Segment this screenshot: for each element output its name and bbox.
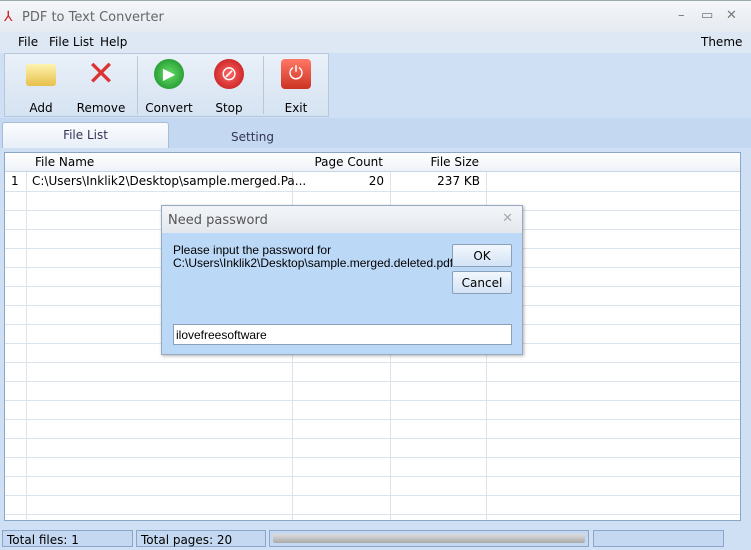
menu-file[interactable]: File bbox=[18, 35, 38, 49]
menu-file-list[interactable]: File List bbox=[49, 35, 94, 49]
close-icon[interactable]: ✕ bbox=[726, 8, 737, 23]
tab-setting[interactable]: Setting bbox=[170, 122, 335, 148]
row-file-name: C:\Users\Inklik2\Desktop\sample.merged.P… bbox=[32, 174, 307, 188]
add-button[interactable]: Add bbox=[11, 54, 71, 116]
stop-button[interactable]: ⊘ Stop bbox=[199, 54, 259, 116]
title-bar: ⅄ PDF to Text Converter – ▭ ✕ bbox=[0, 0, 751, 32]
grid-line bbox=[5, 381, 740, 382]
window-title: PDF to Text Converter bbox=[22, 10, 164, 25]
menu-help[interactable]: Help bbox=[100, 35, 127, 49]
status-total-pages: Total pages: 20 bbox=[136, 530, 266, 547]
convert-label: Convert bbox=[145, 101, 193, 115]
progress-bar bbox=[269, 530, 589, 547]
header-page-count[interactable]: Page Count bbox=[293, 155, 383, 169]
row-page-count: 20 bbox=[368, 174, 384, 188]
grid-line bbox=[5, 438, 740, 439]
minimize-icon[interactable]: – bbox=[678, 8, 685, 23]
password-input[interactable] bbox=[173, 324, 512, 345]
row-number: 1 bbox=[11, 174, 19, 188]
grid-line bbox=[5, 400, 740, 401]
dialog-file-path: C:\Users\Inklik2\Desktop\sample.merged.d… bbox=[173, 256, 454, 270]
remove-label: Remove bbox=[76, 101, 126, 115]
add-label: Add bbox=[29, 101, 53, 115]
convert-button[interactable]: ▶ Convert bbox=[139, 54, 199, 116]
grid-line bbox=[5, 514, 740, 515]
table-header: File Name Page Count File Size bbox=[5, 153, 740, 172]
ok-button[interactable]: OK bbox=[452, 244, 512, 267]
grid-line bbox=[5, 457, 740, 458]
exit-button[interactable]: ⏻ Exit bbox=[266, 54, 326, 116]
cancel-button[interactable]: Cancel bbox=[452, 271, 512, 294]
table-row[interactable]: 1 C:\Users\Inklik2\Desktop\sample.merged… bbox=[5, 172, 740, 191]
status-total-files: Total files: 1 bbox=[2, 530, 133, 547]
folder-icon bbox=[26, 64, 56, 86]
exit-label: Exit bbox=[284, 101, 308, 115]
header-file-size[interactable]: File Size bbox=[391, 155, 479, 169]
stop-label: Stop bbox=[215, 101, 243, 115]
play-icon: ▶ bbox=[154, 59, 184, 89]
grid-line bbox=[5, 362, 740, 363]
maximize-icon[interactable]: ▭ bbox=[701, 8, 713, 23]
status-empty bbox=[593, 530, 724, 547]
stop-icon: ⊘ bbox=[214, 59, 244, 89]
tab-file-list[interactable]: File List bbox=[2, 122, 169, 148]
tab-bar: File List Setting bbox=[0, 118, 751, 148]
toolbar: Add ✕ Remove ▶ Convert ⊘ Stop ⏻ Exit bbox=[4, 53, 329, 117]
dialog-title: Need password bbox=[168, 213, 268, 228]
header-file-name[interactable]: File Name bbox=[35, 155, 94, 169]
grid-line bbox=[5, 419, 740, 420]
power-icon: ⏻ bbox=[281, 59, 311, 89]
row-file-size: 237 KB bbox=[437, 174, 480, 188]
grid-line bbox=[5, 476, 740, 477]
password-dialog: Need password ✕ Please input the passwor… bbox=[161, 205, 523, 355]
x-icon: ✕ bbox=[86, 54, 116, 94]
menu-bar: File File List Help Theme bbox=[0, 32, 751, 53]
grid-line bbox=[5, 191, 740, 192]
menu-theme[interactable]: Theme bbox=[701, 35, 742, 49]
remove-button[interactable]: ✕ Remove bbox=[71, 54, 131, 116]
dialog-close-icon[interactable]: ✕ bbox=[502, 211, 513, 226]
pdf-icon: ⅄ bbox=[4, 9, 13, 25]
grid-line bbox=[5, 495, 740, 496]
